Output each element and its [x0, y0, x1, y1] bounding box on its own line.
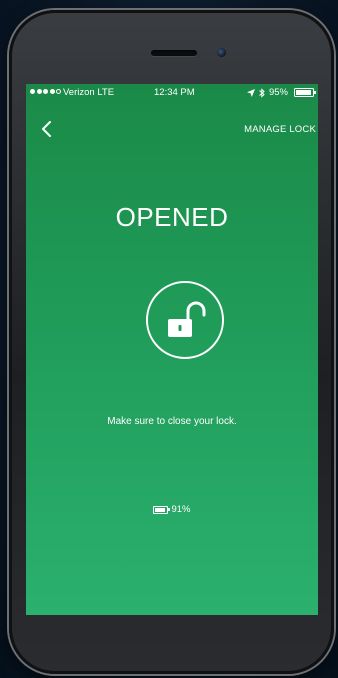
battery-icon: [294, 88, 316, 97]
lock-status-badge: [146, 281, 224, 359]
status-bar: Verizon LTE 12:34 PM 95%: [26, 84, 318, 102]
chevron-left-icon: [42, 121, 51, 137]
battery-icon: [153, 505, 171, 514]
phone-frame: Verizon LTE 12:34 PM 95% MANAGE LOCK OPE…: [9, 10, 334, 674]
close-lock-reminder: Make sure to close your lock.: [107, 416, 237, 427]
status-time: 12:34 PM: [154, 87, 195, 98]
bluetooth-icon: [259, 87, 265, 98]
app-screen: Verizon LTE 12:34 PM 95% MANAGE LOCK OPE…: [26, 84, 318, 615]
location-arrow-icon: [246, 88, 255, 97]
signal-strength-icon: [30, 89, 61, 94]
battery-percent: 95%: [268, 87, 288, 98]
manage-lock-link[interactable]: MANAGE LOCK: [244, 124, 316, 135]
lock-status-title: OPENED: [115, 202, 229, 232]
lock-battery-indicator: 91%: [26, 504, 318, 515]
lock-battery-level: 91%: [171, 504, 191, 515]
earpiece-speaker: [151, 50, 197, 56]
carrier-label: Verizon LTE: [63, 87, 115, 98]
status-right-group: 95%: [246, 87, 316, 98]
open-padlock-icon: [168, 301, 206, 337]
front-camera: [217, 48, 226, 57]
back-button[interactable]: [40, 120, 60, 142]
